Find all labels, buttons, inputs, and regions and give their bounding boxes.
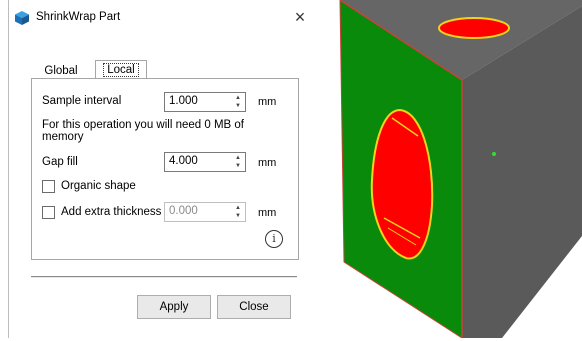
gap-fill-value: 4.000 xyxy=(169,155,198,167)
sample-interval-unit: mm xyxy=(258,96,277,108)
apply-button[interactable]: Apply xyxy=(137,295,211,319)
spin-arrows-icon[interactable]: ▲ ▼ xyxy=(234,94,242,110)
part-icon xyxy=(15,11,29,25)
spin-arrows-icon[interactable]: ▲ ▼ xyxy=(234,204,242,220)
extra-thickness-unit: mm xyxy=(258,207,277,219)
tab-local[interactable]: Local xyxy=(95,60,147,79)
close-button[interactable]: Close xyxy=(217,295,291,319)
extra-thickness-label: Add extra thickness xyxy=(61,206,162,218)
dialog-title: ShrinkWrap Part xyxy=(36,11,121,23)
gap-fill-label: Gap fill xyxy=(42,156,78,168)
divider xyxy=(31,276,297,278)
extra-thickness-stepper[interactable]: 0.000 ▲ ▼ xyxy=(164,202,246,222)
title-bar: ShrinkWrap Part × xyxy=(9,0,313,34)
organic-shape-label: Organic shape xyxy=(61,180,136,192)
gap-fill-stepper[interactable]: 4.000 ▲ ▼ xyxy=(164,152,246,172)
cube-render xyxy=(336,0,582,339)
info-icon[interactable]: i xyxy=(265,230,283,248)
local-settings-panel: Sample interval 1.000 ▲ ▼ mm For this ope… xyxy=(31,78,299,260)
point-marker xyxy=(492,152,496,156)
spin-arrows-icon[interactable]: ▲ ▼ xyxy=(234,154,242,170)
extra-thickness-checkbox[interactable] xyxy=(42,206,55,219)
3d-viewport[interactable] xyxy=(336,0,582,339)
shrinkwrap-dialog: ShrinkWrap Part × Global Local Sample in… xyxy=(8,0,313,338)
close-icon[interactable]: × xyxy=(290,6,310,28)
tab-local-label: Local xyxy=(103,63,139,77)
memory-note-line2: memory xyxy=(42,131,84,143)
sample-interval-stepper[interactable]: 1.000 ▲ ▼ xyxy=(164,92,246,112)
extra-thickness-value: 0.000 xyxy=(169,205,198,217)
memory-note-line1: For this operation you will need 0 MB of xyxy=(42,119,244,131)
gap-fill-unit: mm xyxy=(258,157,277,169)
organic-shape-checkbox[interactable] xyxy=(42,180,55,193)
sample-interval-label: Sample interval xyxy=(42,95,122,107)
sample-interval-value: 1.000 xyxy=(169,95,198,107)
top-red-region xyxy=(438,17,510,39)
